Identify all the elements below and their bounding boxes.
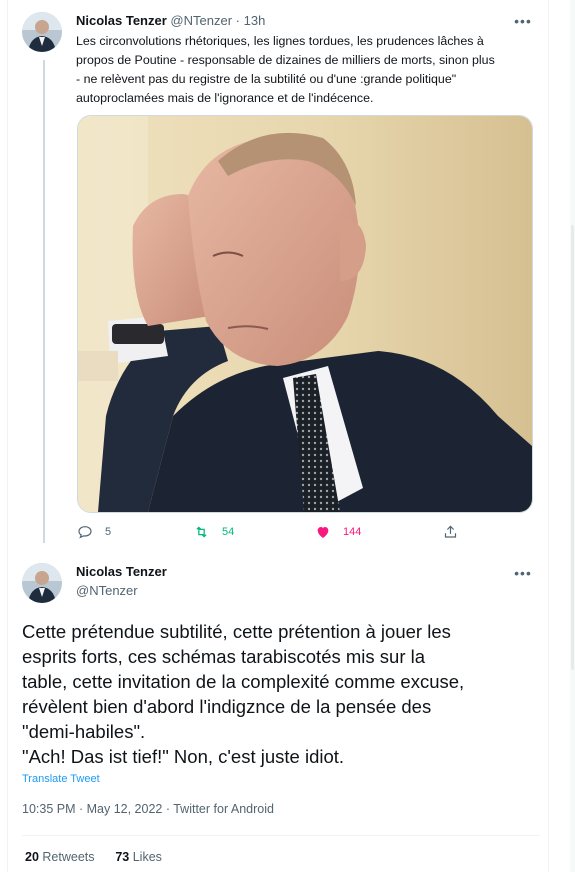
retweet-button[interactable]: 54 <box>193 522 234 542</box>
tweet-text-line: "Ach! Das ist tief!" Non, c'est juste id… <box>22 746 345 767</box>
likes-count: 73 <box>115 850 130 864</box>
tweet-text-line: Les circonvolutions rhétoriques, les lig… <box>76 34 484 48</box>
avatar[interactable] <box>22 563 62 603</box>
tweet-text-line: propos de Poutine - responsable de dizai… <box>76 53 495 67</box>
share-button[interactable] <box>443 522 470 542</box>
retweets-count: 20 <box>25 850 39 864</box>
tweet-text: Cette prétendue subtilité, cette prétent… <box>22 619 537 769</box>
retweets-label: Retweets <box>42 850 95 864</box>
more-options-icon[interactable]: ••• <box>513 14 533 31</box>
dot-separator: · <box>235 13 240 28</box>
thread-connector-line <box>43 60 45 543</box>
author-name[interactable]: Nicolas Tenzer <box>76 13 167 28</box>
like-button[interactable]: 144 <box>315 522 361 542</box>
likes-label: Likes <box>132 850 162 864</box>
tweet-photo[interactable] <box>77 115 533 513</box>
tweet-text-line: table, cette invitation de la complexité… <box>22 671 465 692</box>
likes-stat[interactable]: 73 Likes <box>115 850 162 864</box>
tweet-text-line: - ne relèvent pas du registre de la subt… <box>76 72 457 86</box>
avatar[interactable] <box>22 12 62 52</box>
author-handle[interactable]: @NTenzer <box>76 583 138 598</box>
author-name[interactable]: Nicolas Tenzer <box>76 564 167 579</box>
tweet-timestamp-source[interactable]: 10:35 PM · May 12, 2022 · Twitter for An… <box>22 802 274 816</box>
reply-button[interactable]: 5 <box>77 522 111 542</box>
reply-count: 5 <box>105 526 112 538</box>
retweets-stat[interactable]: 20 Retweets <box>25 850 95 864</box>
retweet-count: 54 <box>222 526 235 538</box>
tweet-text-line: "demi-habiles". <box>22 721 146 742</box>
translate-tweet-link[interactable]: Translate Tweet <box>22 773 100 785</box>
share-icon <box>444 525 457 538</box>
heart-icon <box>317 527 329 538</box>
tweet-text: Les circonvolutions rhétoriques, les lig… <box>76 32 538 108</box>
tweet-text-line: esprits forts, ces schémas tarabiscotés … <box>22 646 426 667</box>
retweet-icon <box>196 526 207 538</box>
author-handle[interactable]: @NTenzer <box>170 13 232 28</box>
tweet-text-line: Cette prétendue subtilité, cette prétent… <box>22 621 451 642</box>
tweet-time[interactable]: 13h <box>244 13 266 28</box>
tweet-text-line: autoproclamées mais de l'ignorance et de… <box>76 91 374 105</box>
engagement-stats: 20 Retweets 73 Likes <box>25 850 162 864</box>
right-scroll-gutter[interactable] <box>570 0 575 872</box>
like-count: 144 <box>343 526 362 538</box>
more-options-icon[interactable]: ••• <box>513 566 533 583</box>
scrollbar-thumb[interactable] <box>571 225 574 670</box>
tweet-header: Nicolas Tenzer @NTenzer · 13h <box>76 13 265 28</box>
reply-icon <box>78 526 92 539</box>
tweet-text-line: révèlent bien d'abord l'indigznce de la … <box>22 696 432 717</box>
divider <box>22 835 540 836</box>
